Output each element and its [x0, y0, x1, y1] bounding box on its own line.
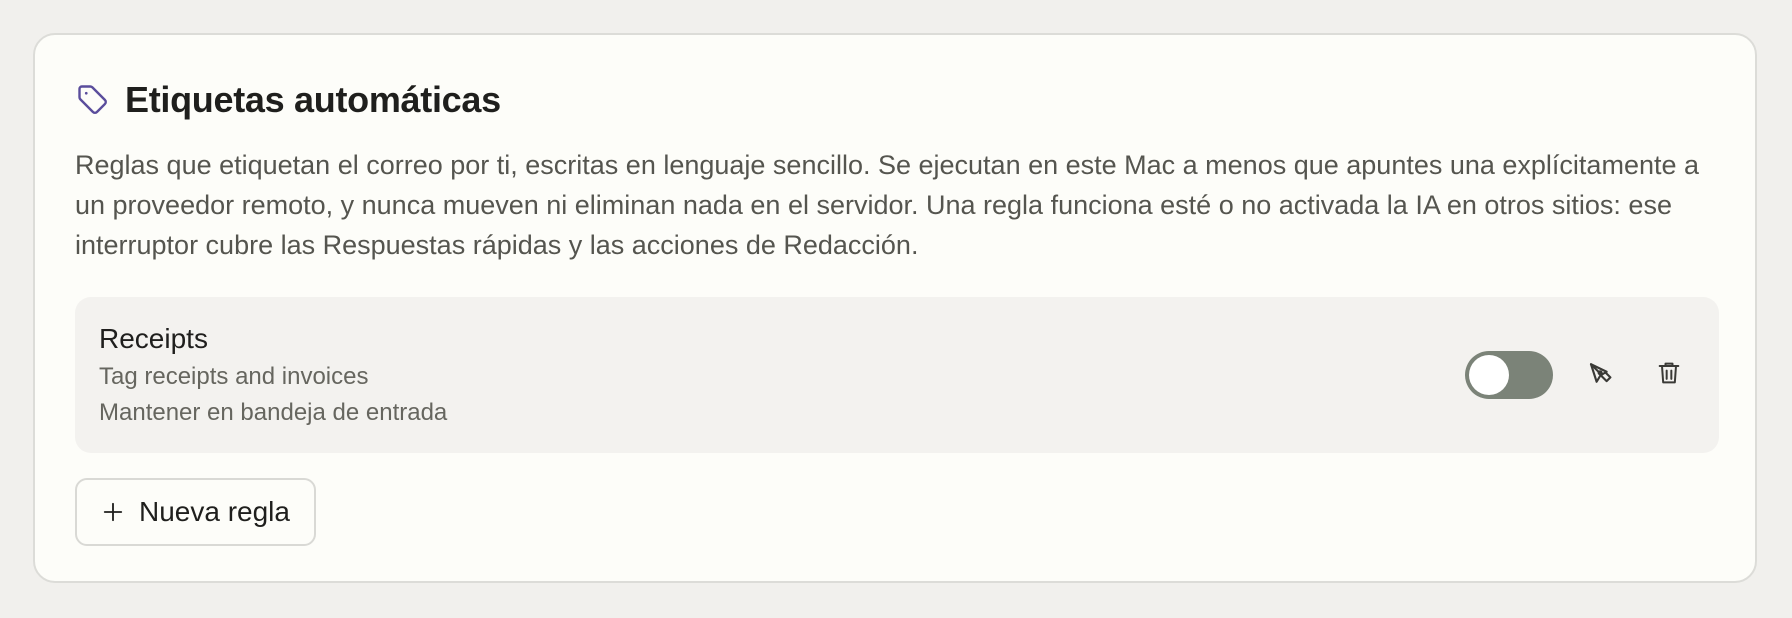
rule-row: Receipts Tag receipts and invoices Mante…: [75, 297, 1719, 453]
auto-labels-card: Etiquetas automáticas Reglas que etiquet…: [33, 33, 1757, 583]
edit-rule-button[interactable]: [1581, 355, 1621, 395]
toggle-knob: [1469, 355, 1509, 395]
section-description: Reglas que etiquetan el correo por ti, e…: [75, 150, 1700, 260]
delete-rule-button[interactable]: [1649, 355, 1689, 395]
trash-icon: [1655, 359, 1683, 392]
new-rule-label: Nueva regla: [139, 496, 290, 527]
rule-action: Mantener en bandeja de entrada: [99, 399, 448, 426]
new-rule-button[interactable]: Nueva regla: [75, 478, 316, 546]
section-title: Etiquetas automáticas: [125, 79, 501, 120]
tag-icon: [75, 82, 111, 118]
plus-icon: [101, 500, 125, 524]
rule-name: Receipts: [99, 323, 208, 354]
section-header: Etiquetas automáticas: [75, 79, 501, 121]
rule-enabled-toggle[interactable]: [1465, 351, 1553, 399]
rule-description: Tag receipts and invoices: [99, 363, 369, 390]
pen-icon: [1586, 358, 1616, 393]
